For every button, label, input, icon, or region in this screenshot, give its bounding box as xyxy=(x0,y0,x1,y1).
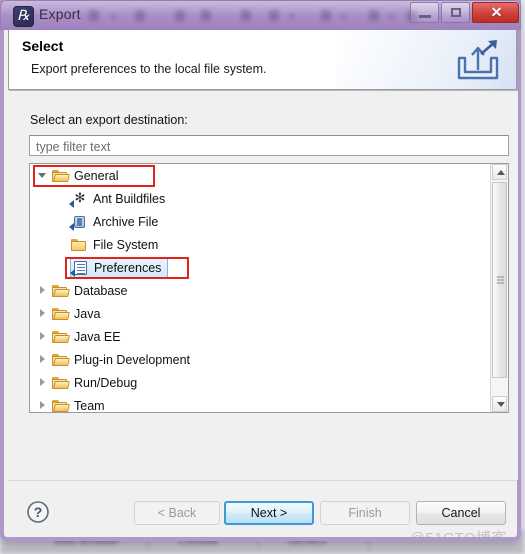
folder-open-icon xyxy=(51,305,71,323)
tree-item-label: File System xyxy=(93,237,159,252)
tree-item-team[interactable]: Team xyxy=(30,394,492,412)
tree-item-label: General xyxy=(74,168,119,183)
wizard-header: Select Export preferences to the local f… xyxy=(8,30,517,90)
page-subtitle: Export preferences to the local file sys… xyxy=(31,62,267,76)
twisty-collapsed-icon[interactable] xyxy=(36,302,51,325)
tree-item-selected: Preferences xyxy=(70,257,169,278)
close-icon: ✕ xyxy=(490,4,503,20)
cancel-button[interactable]: Cancel xyxy=(416,501,506,525)
dialog-body: Select an export destination: General ✻An… xyxy=(8,90,518,480)
tree-item-ant-buildfiles[interactable]: ✻ Ant Buildfiles xyxy=(30,187,492,210)
tree-item-content: Java xyxy=(51,305,100,323)
tree-item-label: Java xyxy=(74,306,101,321)
tree-item-content: ✻ Ant Buildfiles xyxy=(69,190,166,208)
tree-item-content: Java EE xyxy=(51,328,121,346)
tree-list: General ✻ Ant Buildfiles Archive File File S… xyxy=(30,164,492,412)
tree-vertical-scrollbar[interactable] xyxy=(490,164,508,412)
tree-item-label: Preferences xyxy=(94,260,162,275)
export-destination-tree[interactable]: General ✻ Ant Buildfiles Archive File File S… xyxy=(29,163,509,413)
ant-icon: ✻ xyxy=(69,190,90,208)
twisty-collapsed-icon[interactable] xyxy=(36,325,51,348)
help-button[interactable]: ? xyxy=(26,500,50,524)
twisty-collapsed-icon[interactable] xyxy=(36,371,51,394)
tree-item-content: File System xyxy=(70,236,158,254)
tree-item-label: Run/Debug xyxy=(74,375,138,390)
scroll-up-icon[interactable] xyxy=(492,164,507,180)
folder-open-icon xyxy=(51,282,71,300)
archive-icon xyxy=(69,213,90,231)
destination-label: Select an export destination: xyxy=(30,113,188,127)
window-title: Export xyxy=(39,6,81,22)
folder-icon xyxy=(70,236,90,254)
blurred-toolbar xyxy=(89,6,417,26)
close-button[interactable]: ✕ xyxy=(472,2,519,23)
tree-item-content: General xyxy=(51,167,118,185)
tree-item-preferences[interactable]: Preferences xyxy=(30,256,492,279)
folder-open-icon xyxy=(51,351,71,369)
tree-item-general[interactable]: General xyxy=(30,164,492,187)
folder-open-icon xyxy=(51,397,71,413)
tree-item-content: Plug-in Development xyxy=(51,351,190,369)
folder-open-icon xyxy=(51,328,71,346)
preferences-icon xyxy=(70,259,91,277)
tree-item-label: Team xyxy=(74,398,105,413)
tree-item-label: Archive File xyxy=(93,214,159,229)
tree-item-plug-in-development[interactable]: Plug-in Development xyxy=(30,348,492,371)
export-dialog: ℞ Export ✕ Select Export preferences to … xyxy=(0,0,521,547)
filter-field[interactable] xyxy=(29,135,509,156)
tree-item-java-ee[interactable]: Java EE xyxy=(30,325,492,348)
svg-text:?: ? xyxy=(34,504,43,520)
tree-item-run-debug[interactable]: Run/Debug xyxy=(30,371,492,394)
tree-item-label: Database xyxy=(74,283,128,298)
finish-button[interactable]: Finish xyxy=(320,501,410,525)
tree-item-database[interactable]: Database xyxy=(30,279,492,302)
tree-item-content: Team xyxy=(51,397,105,413)
export-wizard-icon xyxy=(457,40,499,80)
watermark: @51CTO博客 xyxy=(409,530,507,547)
scrollbar-grip xyxy=(497,276,504,284)
tree-item-content: Database xyxy=(51,282,128,300)
minimize-button[interactable] xyxy=(410,2,439,23)
tree-item-file-system[interactable]: File System xyxy=(30,233,492,256)
title-bar[interactable]: ℞ Export ✕ xyxy=(0,0,521,30)
scroll-down-icon[interactable] xyxy=(492,396,507,412)
scrollbar-thumb[interactable] xyxy=(492,182,507,378)
eclipse-icon: ℞ xyxy=(13,6,34,27)
tree-item-content: Run/Debug xyxy=(51,374,137,392)
twisty-collapsed-icon[interactable] xyxy=(36,279,51,302)
tree-item-archive-file[interactable]: Archive File xyxy=(30,210,492,233)
next-button[interactable]: Next > xyxy=(224,501,314,525)
twisty-collapsed-icon[interactable] xyxy=(36,394,51,412)
twisty-collapsed-icon[interactable] xyxy=(36,348,51,371)
page-title: Select xyxy=(22,38,64,54)
screenshot-root: Web Browser Console Servers ℞ Export ✕ S… xyxy=(0,0,525,554)
tree-item-java[interactable]: Java xyxy=(30,302,492,325)
window-controls: ✕ xyxy=(408,2,519,23)
back-button[interactable]: < Back xyxy=(134,501,220,525)
tree-item-label: Plug-in Development xyxy=(74,352,191,367)
twisty-expanded-icon[interactable] xyxy=(36,164,51,187)
folder-open-icon xyxy=(51,374,71,392)
tree-item-label: Ant Buildfiles xyxy=(93,191,166,206)
tree-item-label: Java EE xyxy=(74,329,121,344)
folder-open-icon xyxy=(51,167,71,185)
search-input[interactable] xyxy=(34,137,508,156)
tree-item-content: Archive File xyxy=(69,213,159,231)
maximize-button[interactable] xyxy=(441,2,470,23)
